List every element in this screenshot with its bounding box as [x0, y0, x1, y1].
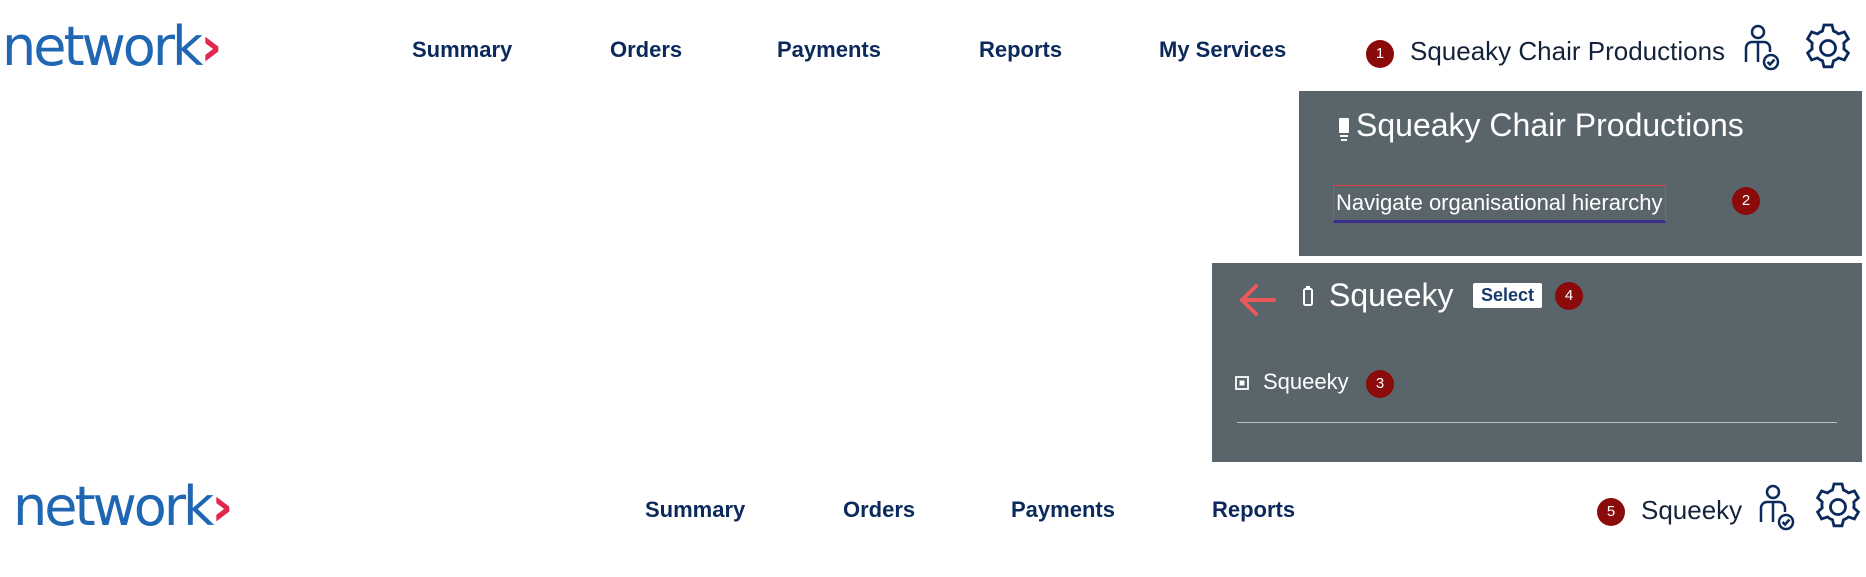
- hierarchy-panel-title: Squeeky: [1329, 277, 1454, 313]
- logo-text: network: [2, 15, 203, 78]
- logo-text: network: [13, 475, 214, 538]
- hierarchy-panel: Squeeky Select 4 Squeeky 3: [1212, 263, 1862, 462]
- expand-square-icon[interactable]: [1235, 376, 1249, 390]
- nav-my-services[interactable]: My Services: [1159, 37, 1286, 63]
- step-marker-1: 1: [1366, 40, 1394, 68]
- network-logo[interactable]: network›: [13, 480, 234, 534]
- nav-orders[interactable]: Orders: [843, 497, 915, 523]
- navigate-hierarchy-button[interactable]: Navigate organisational hierarchy: [1333, 185, 1666, 223]
- nav-reports[interactable]: Reports: [979, 37, 1062, 63]
- org-selector[interactable]: Squeeky: [1641, 495, 1742, 526]
- building-icon: [1301, 285, 1315, 311]
- org-panel-title: Squeaky Chair Productions: [1356, 107, 1744, 143]
- org-panel: Squeaky Chair Productions Navigate organ…: [1299, 91, 1862, 256]
- user-check-icon[interactable]: [1757, 484, 1797, 532]
- logo-chevron: ›: [211, 475, 233, 538]
- nav-orders[interactable]: Orders: [610, 37, 682, 63]
- step-marker-4: 4: [1555, 282, 1583, 310]
- logo-chevron: ›: [200, 15, 222, 78]
- step-marker-2: 2: [1732, 187, 1760, 215]
- step-marker-5: 5: [1597, 498, 1625, 526]
- select-button[interactable]: Select: [1473, 283, 1543, 308]
- gear-icon[interactable]: [1812, 481, 1864, 533]
- org-selector[interactable]: Squeaky Chair Productions: [1410, 36, 1725, 67]
- nav-payments[interactable]: Payments: [1011, 497, 1115, 523]
- network-logo[interactable]: network›: [2, 20, 223, 74]
- hierarchy-divider: [1237, 422, 1837, 423]
- nav-summary[interactable]: Summary: [412, 37, 512, 63]
- nav-summary[interactable]: Summary: [645, 497, 745, 523]
- user-check-icon[interactable]: [1742, 24, 1782, 72]
- back-arrow-icon[interactable]: [1236, 281, 1278, 319]
- step-marker-3: 3: [1366, 370, 1394, 398]
- nav-reports[interactable]: Reports: [1212, 497, 1295, 523]
- hierarchy-child-item[interactable]: Squeeky: [1263, 369, 1349, 395]
- gear-icon[interactable]: [1802, 22, 1854, 74]
- nav-payments[interactable]: Payments: [777, 37, 881, 63]
- building-icon: [1337, 117, 1351, 143]
